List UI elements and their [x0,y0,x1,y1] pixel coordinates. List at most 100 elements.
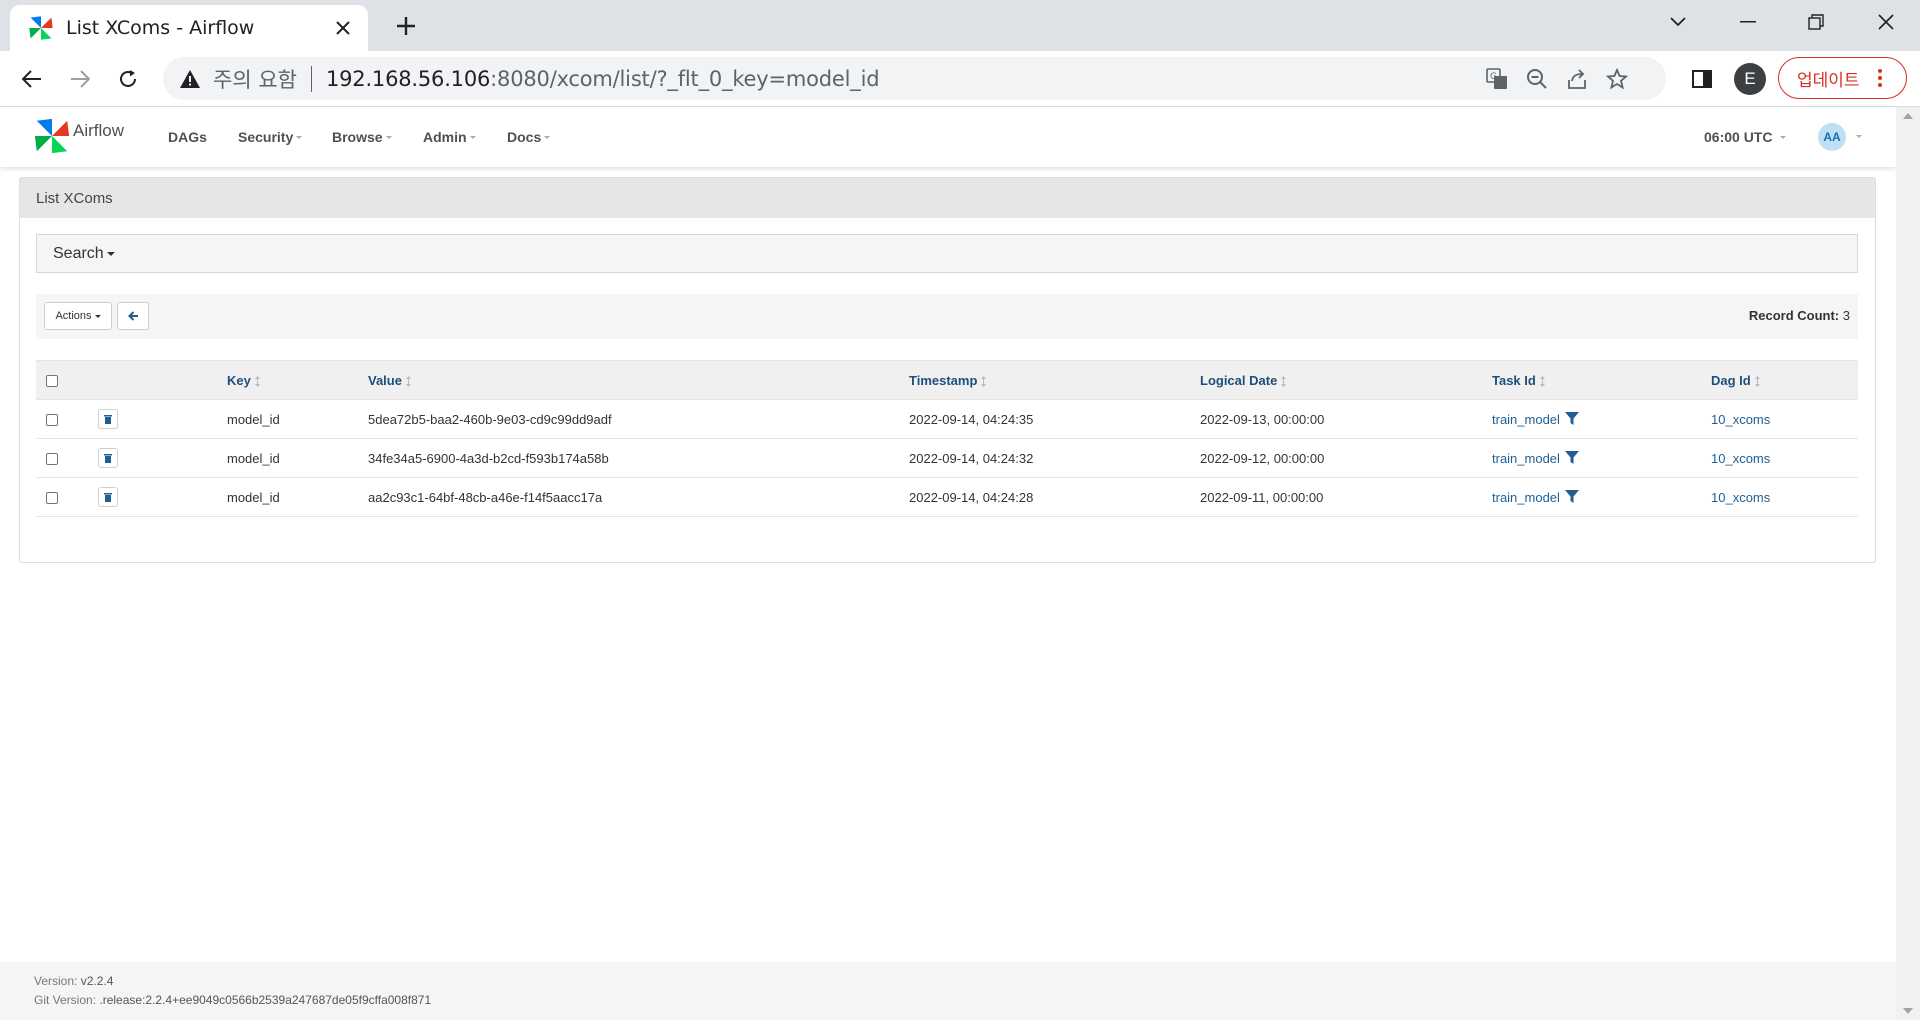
header-key[interactable]: Key [227,360,368,400]
row-checkbox[interactable] [46,492,58,505]
row-select-cell [36,477,74,517]
zoom-icon[interactable] [1523,65,1551,93]
cell-task-id: train_model [1492,477,1711,517]
chevron-down-icon [1780,135,1787,139]
header-task-id[interactable]: Task Id [1492,360,1711,400]
row-select-cell [36,399,74,439]
nav-browse[interactable]: Browse [332,107,392,167]
task-id-link[interactable]: train_model [1492,490,1560,505]
timezone-label: 06:00 UTC [1704,129,1773,145]
minimize-window-icon[interactable] [1714,0,1782,44]
airflow-brand[interactable]: Airflow [33,117,124,155]
task-id-link[interactable]: train_model [1492,412,1560,427]
panel-title: List XComs [20,178,1875,218]
scroll-up-arrow-icon[interactable] [1903,113,1913,119]
nav-docs[interactable]: Docs [507,107,551,167]
version-label: Version: [34,974,78,988]
chevron-down-icon [385,135,392,139]
close-window-icon[interactable] [1852,0,1920,44]
cell-key: model_id [227,477,368,517]
header-timestamp-label: Timestamp [909,372,978,388]
delete-button[interactable] [98,448,118,468]
translate-icon[interactable]: G [1483,65,1511,93]
header-task-id-label: Task Id [1492,372,1536,388]
delete-button[interactable] [98,487,118,507]
row-actions-cell [74,477,227,517]
cell-value: 5dea72b5-baa2-460b-9e03-cd9c99dd9adf [368,399,909,439]
row-checkbox[interactable] [46,414,58,427]
url-text: 192.168.56.106:8080/xcom/list/?_flt_0_ke… [326,66,880,91]
bookmark-star-icon[interactable] [1603,65,1631,93]
cell-dag-id: 10_xcoms [1711,399,1858,439]
git-version-line: Git Version: .release:2.2.4+ee9049c0566b… [34,993,431,1007]
delete-button[interactable] [98,409,118,429]
filter-icon[interactable] [1564,451,1579,465]
trash-icon [104,454,112,463]
browser-toolbar: 주의 요함 192.168.56.106:8080/xcom/list/?_fl… [0,51,1920,107]
search-toggle[interactable]: Search [36,234,1858,273]
reload-icon[interactable] [110,61,146,97]
airflow-logo-icon [34,118,70,154]
profile-avatar[interactable]: E [1734,63,1766,95]
back-arrow-icon[interactable] [14,61,50,97]
airflow-brand-name: Airflow [73,121,125,140]
actions-bar: Actions Record Count: 3 [36,294,1858,339]
nav-security[interactable]: Security [238,107,303,167]
filter-icon[interactable] [1564,490,1579,504]
select-all-checkbox[interactable] [46,375,58,388]
actions-button[interactable]: Actions [44,302,112,330]
page-footer: Version: v2.2.4 Git Version: .release:2.… [0,962,1896,1020]
cell-timestamp: 2022-09-14, 04:24:32 [909,438,1200,478]
header-timestamp[interactable]: Timestamp [909,360,1200,400]
record-count-label: Record Count: [1748,308,1840,323]
share-icon[interactable] [1563,65,1591,93]
address-bar[interactable]: 주의 요함 192.168.56.106:8080/xcom/list/?_fl… [163,57,1666,100]
forward-arrow-icon[interactable] [62,61,98,97]
scroll-down-arrow-icon[interactable] [1903,1008,1913,1014]
user-avatar[interactable]: AA [1818,123,1846,151]
trash-icon [104,493,112,502]
cell-key: model_id [227,438,368,478]
back-button[interactable] [117,302,149,330]
chevron-down-icon [106,251,115,256]
kebab-menu-icon [1877,69,1882,87]
table-row: model_id aa2c93c1-64bf-48cb-a46e-f14f5aa… [36,477,1858,517]
cell-key: model_id [227,399,368,439]
version-line: Version: v2.2.4 [34,974,113,988]
new-tab-button[interactable] [389,9,423,43]
filter-icon[interactable] [1564,412,1579,426]
cell-task-id: train_model [1492,399,1711,439]
airflow-favicon-icon [29,16,53,40]
sort-icon [1754,375,1760,387]
chevron-down-icon [296,135,303,139]
restore-window-icon[interactable] [1782,0,1850,44]
header-dag-id[interactable]: Dag Id [1711,360,1858,400]
table-header-row: Key Value Timestamp Logical Date Task Id… [36,360,1858,400]
nav-admin-label: Admin [423,129,467,145]
table-row: model_id 34fe34a5-6900-4a3d-b2cd-f593b17… [36,438,1858,478]
update-button[interactable]: 업데이트 [1778,57,1907,99]
url-path: :8080/xcom/list/?_flt_0_key=model_id [490,66,880,91]
timezone-dropdown[interactable]: 06:00 UTC [1704,107,1787,167]
header-logical-date[interactable]: Logical Date [1200,360,1492,400]
page-scrollbar[interactable] [1896,107,1920,1020]
chevron-down-icon [544,135,551,139]
browser-tab-active[interactable]: List XComs - Airflow [10,5,368,51]
nav-admin[interactable]: Admin [423,107,476,167]
header-value[interactable]: Value [368,360,909,400]
tab-title: List XComs - Airflow [66,17,255,39]
nav-dags[interactable]: DAGs [168,107,207,167]
tab-search-icon[interactable] [1644,0,1712,44]
dag-id-link[interactable]: 10_xcoms [1711,451,1770,466]
xcom-list-panel: List XComs Search Actions Record Count: … [19,177,1876,563]
security-warning-text: 주의 요함 [213,67,297,92]
task-id-link[interactable]: train_model [1492,451,1560,466]
cell-logical-date: 2022-09-13, 00:00:00 [1200,399,1492,439]
row-checkbox[interactable] [46,453,58,466]
dag-id-link[interactable]: 10_xcoms [1711,412,1770,427]
row-actions-cell [74,399,227,439]
side-panel-icon[interactable] [1684,61,1720,97]
chevron-down-icon[interactable] [1856,135,1862,138]
close-tab-icon[interactable] [326,11,360,45]
dag-id-link[interactable]: 10_xcoms [1711,490,1770,505]
